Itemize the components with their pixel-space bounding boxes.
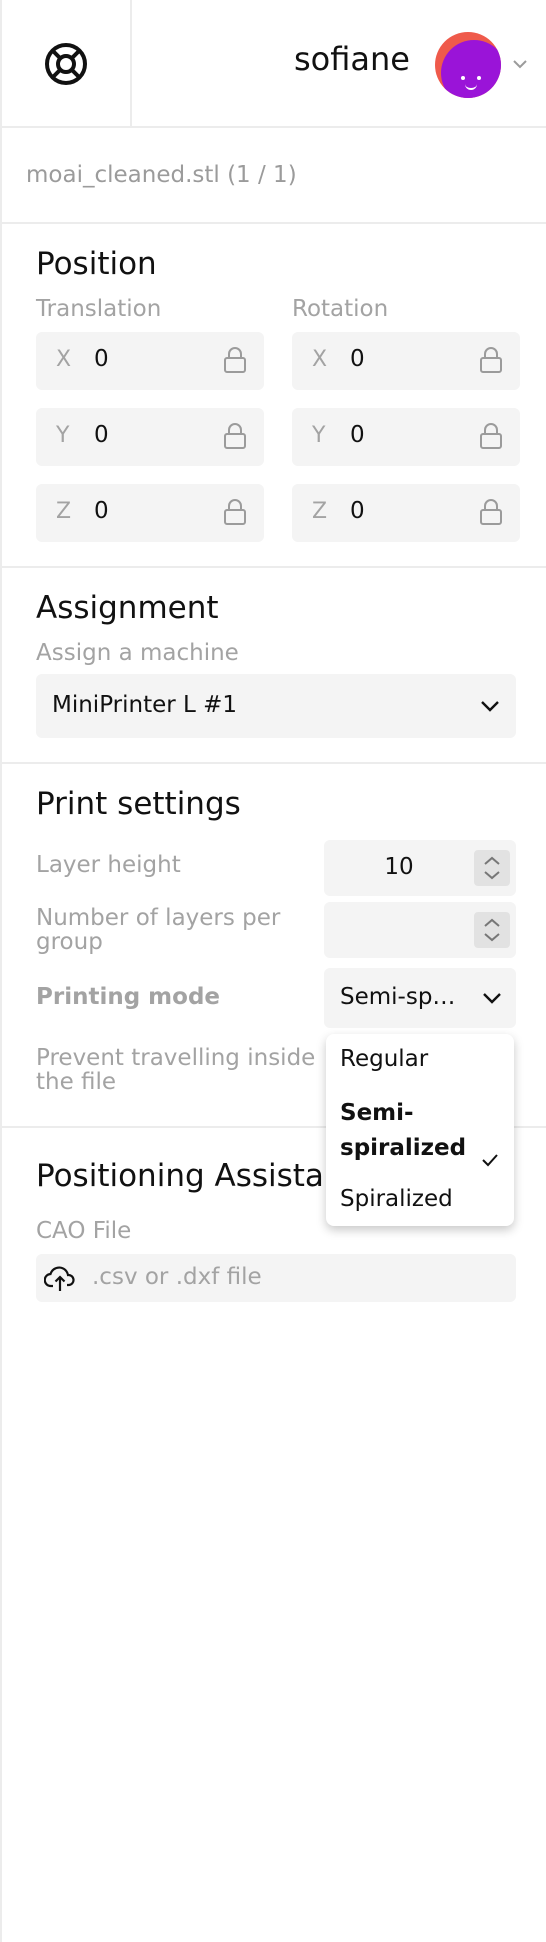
- translation-x-field[interactable]: X 0: [36, 332, 264, 390]
- lock-icon[interactable]: [478, 498, 504, 526]
- divider: [2, 762, 546, 764]
- axis-label: Y: [312, 423, 326, 448]
- avatar[interactable]: [435, 32, 501, 98]
- assignment-title: Assignment: [36, 590, 219, 626]
- machine-select-value: MiniPrinter L #1: [52, 692, 238, 718]
- menu-item-regular[interactable]: Regular: [340, 1046, 428, 1072]
- cloud-upload-icon: [44, 1266, 75, 1291]
- rotation-y-field[interactable]: Y 0: [292, 408, 520, 466]
- layers-per-group-stepper[interactable]: [474, 912, 510, 948]
- positioning-title: Positioning Assistance: [36, 1158, 326, 1194]
- file-bar: moai_cleaned.stl (1 / 1): [2, 128, 546, 224]
- lock-icon[interactable]: [222, 346, 248, 374]
- cao-file-upload[interactable]: .csv or .dxf file: [36, 1254, 516, 1302]
- axis-label: Y: [56, 423, 70, 448]
- upload-placeholder: .csv or .dxf file: [92, 1264, 262, 1290]
- axis-label: X: [56, 347, 72, 372]
- avatar-mouth: [465, 84, 477, 90]
- translation-y-value[interactable]: 0: [94, 422, 109, 448]
- lock-icon[interactable]: [478, 346, 504, 374]
- printing-mode-menu: Regular Semi-spiralized Spiralized: [326, 1034, 514, 1226]
- cao-file-label: CAO File: [36, 1218, 132, 1244]
- rotation-x-value[interactable]: 0: [350, 346, 365, 372]
- layers-per-group-input[interactable]: [324, 902, 516, 958]
- prevent-travel-label: Prevent travelling inside the file: [36, 1045, 316, 1095]
- panel-header: sofiane: [2, 0, 546, 128]
- rotation-label: Rotation: [292, 296, 389, 322]
- help-button[interactable]: [2, 0, 132, 128]
- print-settings-title: Print settings: [36, 786, 241, 822]
- avatar-face: [441, 40, 501, 98]
- rotation-y-value[interactable]: 0: [350, 422, 365, 448]
- machine-select[interactable]: MiniPrinter L #1: [36, 674, 516, 738]
- avatar-eye: [461, 76, 465, 80]
- file-name: moai_cleaned.stl (1 / 1): [26, 162, 297, 188]
- chevron-down-icon: [481, 701, 499, 712]
- username[interactable]: sofiane: [294, 40, 410, 78]
- layer-height-value[interactable]: 10: [324, 854, 474, 880]
- assign-machine-label: Assign a machine: [36, 640, 239, 666]
- printing-mode-select[interactable]: Semi-sp…: [324, 968, 516, 1028]
- translation-y-field[interactable]: Y 0: [36, 408, 264, 466]
- chevron-down-icon[interactable]: [510, 54, 530, 74]
- translation-label: Translation: [36, 296, 162, 322]
- layer-height-stepper[interactable]: [474, 850, 510, 886]
- check-icon: [482, 1154, 498, 1167]
- printing-mode-value: Semi-sp…: [340, 984, 456, 1010]
- chevron-down-icon: [483, 993, 501, 1004]
- axis-label: Z: [312, 499, 328, 524]
- axis-label: Z: [56, 499, 72, 524]
- lifebuoy-icon: [45, 43, 87, 85]
- stepper-arrows-icon: [484, 918, 500, 942]
- avatar-eye: [477, 76, 481, 80]
- rotation-z-field[interactable]: Z 0: [292, 484, 520, 542]
- position-title: Position: [36, 246, 157, 282]
- stepper-arrows-icon: [484, 856, 500, 880]
- lock-icon[interactable]: [478, 422, 504, 450]
- printing-mode-label: Printing mode: [36, 984, 221, 1010]
- rotation-x-field[interactable]: X 0: [292, 332, 520, 390]
- divider: [2, 566, 546, 568]
- translation-z-field[interactable]: Z 0: [36, 484, 264, 542]
- layer-height-label: Layer height: [36, 852, 181, 878]
- menu-item-spiralized[interactable]: Spiralized: [340, 1186, 453, 1212]
- layer-height-input[interactable]: 10: [324, 840, 516, 896]
- menu-item-semi-spiralized[interactable]: Semi-spiralized: [340, 1096, 480, 1166]
- lock-icon[interactable]: [222, 498, 248, 526]
- translation-z-value[interactable]: 0: [94, 498, 109, 524]
- settings-panel: sofiane moai_cleaned.stl (1 / 1) Positio…: [0, 0, 546, 1942]
- axis-label: X: [312, 347, 328, 372]
- lock-icon[interactable]: [222, 422, 248, 450]
- rotation-z-value[interactable]: 0: [350, 498, 365, 524]
- translation-x-value[interactable]: 0: [94, 346, 109, 372]
- layers-per-group-label: Number of layers per group: [36, 905, 281, 955]
